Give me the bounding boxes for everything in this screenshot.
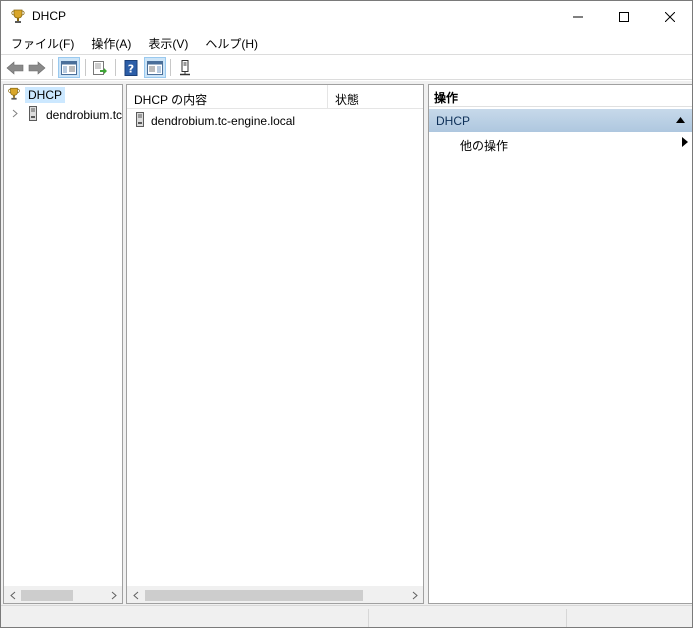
status-bar (1, 605, 692, 627)
menu-view[interactable]: 表示(V) (139, 32, 196, 53)
show-hide-action-pane-icon[interactable] (144, 57, 166, 78)
list-header: DHCP の内容 状態 (127, 85, 423, 109)
column-header-contents[interactable]: DHCP の内容 (127, 85, 328, 109)
list-item-name: dendrobium.tc-engine.local (151, 114, 296, 128)
actions-header: 操作 (429, 85, 692, 107)
menu-file[interactable]: ファイル(F) (1, 32, 82, 53)
server-tower-icon (28, 106, 38, 124)
toolbar-separator (170, 59, 171, 76)
status-segment (368, 609, 566, 627)
menu-action[interactable]: 操作(A) (82, 32, 139, 53)
chevron-right-icon[interactable] (12, 109, 20, 121)
server-tower-icon (135, 112, 145, 130)
back-arrow-icon[interactable] (4, 57, 26, 78)
tree-node-label: DHCP (25, 87, 66, 103)
panes-area: DHCP dendrobium.tc-engine.local (1, 81, 692, 605)
actions-pane: 操作 DHCP 他の操作 (428, 84, 692, 604)
dhcp-trophy-icon (7, 86, 21, 104)
svg-text:?: ? (128, 62, 134, 75)
result-list-pane: DHCP の内容 状態 dendrobium.tc-engine.local (126, 84, 424, 604)
column-header-status[interactable]: 状態 (328, 85, 388, 109)
toolbar-separator (115, 59, 116, 76)
scroll-left-icon[interactable] (127, 587, 144, 603)
status-segment (566, 609, 692, 627)
scroll-thumb[interactable] (145, 590, 363, 601)
action-item-label: 他の操作 (460, 139, 509, 153)
scroll-left-icon[interactable] (4, 587, 21, 603)
forward-arrow-icon[interactable] (26, 57, 48, 78)
tree-node-label: dendrobium.tc-engine.local (46, 108, 123, 122)
maximize-button[interactable] (601, 1, 647, 32)
show-hide-console-tree-icon[interactable] (58, 57, 80, 78)
menu-help[interactable]: ヘルプ(H) (196, 32, 266, 53)
export-list-icon[interactable] (89, 57, 111, 78)
dhcp-trophy-icon (10, 8, 26, 24)
tree-node-server[interactable]: dendrobium.tc-engine.local (12, 106, 123, 124)
minimize-button[interactable] (555, 1, 601, 32)
scroll-right-icon[interactable] (105, 587, 122, 603)
tree-node-dhcp[interactable]: DHCP (7, 86, 66, 104)
scroll-thumb[interactable] (21, 590, 73, 601)
actions-section-title: DHCP (436, 114, 471, 128)
scroll-right-icon[interactable] (406, 587, 423, 603)
toolbar-separator (85, 59, 86, 76)
action-more-actions[interactable]: 他の操作 (460, 137, 688, 155)
list-item[interactable]: dendrobium.tc-engine.local (135, 112, 295, 130)
list-horizontal-scrollbar[interactable] (127, 586, 423, 603)
help-icon[interactable]: ? (120, 57, 142, 78)
toolbar: ? (1, 54, 692, 80)
actions-section-dhcp[interactable]: DHCP (429, 109, 692, 132)
server-icon[interactable] (174, 57, 196, 78)
console-tree-pane: DHCP dendrobium.tc-engine.local (3, 84, 123, 604)
toolbar-separator (52, 59, 53, 76)
close-button[interactable] (647, 1, 693, 32)
menu-bar: ファイル(F) 操作(A) 表示(V) ヘルプ(H) (1, 32, 692, 53)
tree-horizontal-scrollbar[interactable] (4, 586, 122, 603)
submenu-arrow-icon (682, 137, 688, 150)
collapse-up-icon[interactable] (676, 115, 685, 126)
main-window: DHCP ファイル(F) 操作(A) 表示(V) ヘルプ(H) ? DHCP d… (0, 0, 693, 628)
window-title: DHCP (32, 9, 67, 23)
title-bar: DHCP (1, 1, 692, 32)
